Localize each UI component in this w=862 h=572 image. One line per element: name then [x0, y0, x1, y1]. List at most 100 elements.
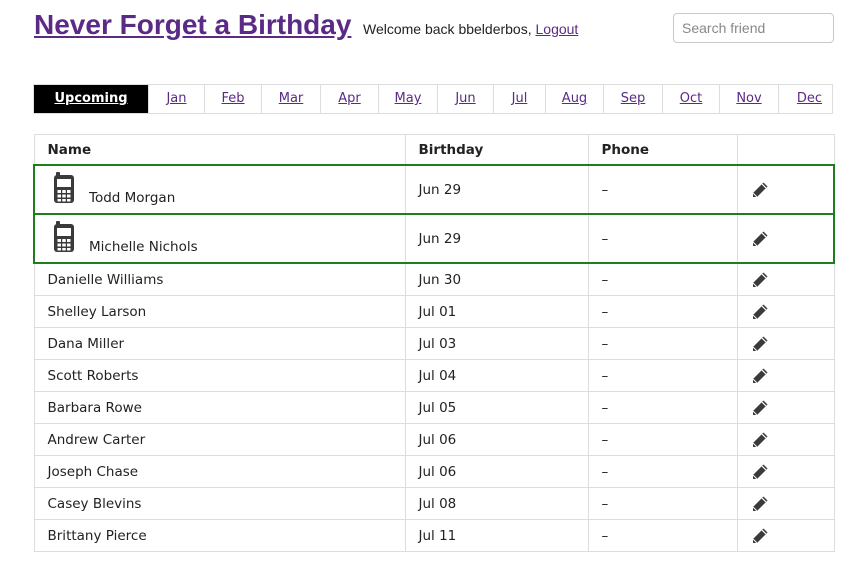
pencil-icon[interactable]: [751, 181, 769, 199]
phone-cell: –: [587, 295, 738, 328]
birthday-cell: Jul 11: [404, 519, 589, 552]
site-title-link[interactable]: Never Forget a Birthday: [34, 9, 351, 41]
table-row: Michelle Nichols Jun 29–: [33, 213, 835, 264]
birthday-cell: Jul 01: [404, 295, 589, 328]
actions-cell: [736, 164, 835, 215]
birthday-cell: Jul 06: [404, 423, 589, 456]
phone-cell: –: [587, 213, 738, 264]
actions-cell: [736, 455, 835, 488]
column-header-actions: [736, 134, 835, 166]
actions-cell: [736, 213, 835, 264]
table-row: Danielle Williams Jun 30–: [33, 262, 835, 296]
column-header-birthday: Birthday: [404, 134, 589, 166]
tab-jul[interactable]: Jul: [494, 85, 546, 113]
actions-cell: [736, 487, 835, 520]
friend-name-cell: Barbara Rowe: [33, 391, 406, 424]
mobile-phone-icon: [53, 221, 75, 253]
friend-name: Danielle Williams: [47, 271, 164, 288]
actions-cell: [736, 262, 835, 296]
birthday-cell: Jul 05: [404, 391, 589, 424]
friend-name: Casey Blevins: [47, 495, 142, 512]
logout-link[interactable]: Logout: [536, 21, 579, 37]
friend-name: Michelle Nichols: [89, 239, 198, 255]
column-header-phone: Phone: [587, 134, 738, 166]
birthday-cell: Jul 04: [404, 359, 589, 392]
phone-cell: –: [587, 359, 738, 392]
friend-name: Andrew Carter: [47, 431, 146, 448]
phone-cell: –: [587, 487, 738, 520]
phone-cell: –: [587, 455, 738, 488]
tab-feb[interactable]: Feb: [205, 85, 262, 113]
friend-name-cell: Michelle Nichols: [33, 213, 406, 264]
phone-cell: –: [587, 391, 738, 424]
table-row: Scott Roberts Jul 04–: [33, 359, 835, 392]
friend-name: Dana Miller: [47, 335, 125, 352]
tab-jun[interactable]: Jun: [438, 85, 494, 113]
table-row: Brittany Pierce Jul 11–: [33, 519, 835, 552]
birthdays-table: Name Birthday Phone Todd Morgan Jun 29– Mi…: [33, 134, 835, 552]
phone-cell: –: [587, 164, 738, 215]
friend-name-cell: Shelley Larson: [33, 295, 406, 328]
column-header-name: Name: [33, 134, 406, 166]
tab-jan[interactable]: Jan: [149, 85, 205, 113]
table-row: Joseph Chase Jul 06–: [33, 455, 835, 488]
friend-name: Barbara Rowe: [47, 399, 142, 416]
pencil-icon[interactable]: [751, 463, 769, 481]
tab-apr[interactable]: Apr: [321, 85, 379, 113]
birthday-cell: Jul 08: [404, 487, 589, 520]
welcome-text: Welcome back bbelderbos,: [363, 21, 536, 37]
friend-name-cell: Todd Morgan: [33, 164, 406, 215]
birthday-cell: Jun 29: [404, 213, 589, 264]
table-row: Barbara Rowe Jul 05–: [33, 391, 835, 424]
pencil-icon[interactable]: [751, 399, 769, 417]
tab-nov[interactable]: Nov: [720, 85, 779, 113]
table-row: Shelley Larson Jul 01–: [33, 295, 835, 328]
table-row: Andrew Carter Jul 06–: [33, 423, 835, 456]
phone-cell: –: [587, 262, 738, 296]
friend-name-cell: Andrew Carter: [33, 423, 406, 456]
tab-aug[interactable]: Aug: [546, 85, 604, 113]
birthday-cell: Jun 29: [404, 164, 589, 215]
pencil-icon[interactable]: [751, 527, 769, 545]
friend-name-cell: Brittany Pierce: [33, 519, 406, 552]
month-tabs: Upcoming Jan Feb Mar Apr May Jun Jul Aug…: [33, 84, 833, 114]
pencil-icon[interactable]: [751, 271, 769, 289]
birthday-cell: Jul 03: [404, 327, 589, 360]
friend-name-cell: Casey Blevins: [33, 487, 406, 520]
phone-cell: –: [587, 327, 738, 360]
friend-name: Shelley Larson: [47, 303, 147, 320]
birthday-cell: Jun 30: [404, 262, 589, 296]
tab-upcoming[interactable]: Upcoming: [34, 85, 149, 113]
welcome-message: Welcome back bbelderbos, Logout: [363, 21, 578, 37]
search-friend-input[interactable]: [673, 13, 834, 43]
actions-cell: [736, 423, 835, 456]
friend-name: Scott Roberts: [47, 367, 139, 384]
actions-cell: [736, 359, 835, 392]
actions-cell: [736, 519, 835, 552]
friend-name-cell: Scott Roberts: [33, 359, 406, 392]
phone-cell: –: [587, 423, 738, 456]
tab-may[interactable]: May: [379, 85, 438, 113]
pencil-icon[interactable]: [751, 367, 769, 385]
tab-mar[interactable]: Mar: [262, 85, 321, 113]
pencil-icon[interactable]: [751, 303, 769, 321]
pencil-icon[interactable]: [751, 335, 769, 353]
tab-dec[interactable]: Dec: [779, 85, 840, 113]
birthday-cell: Jul 06: [404, 455, 589, 488]
mobile-phone-icon: [53, 172, 75, 204]
friend-name: Todd Morgan: [89, 190, 176, 206]
pencil-icon[interactable]: [751, 230, 769, 248]
friend-name-cell: Danielle Williams: [33, 262, 406, 296]
actions-cell: [736, 391, 835, 424]
pencil-icon[interactable]: [751, 431, 769, 449]
tab-oct[interactable]: Oct: [663, 85, 720, 113]
pencil-icon[interactable]: [751, 495, 769, 513]
phone-cell: –: [587, 519, 738, 552]
friend-name: Brittany Pierce: [47, 527, 147, 544]
friend-name-cell: Joseph Chase: [33, 455, 406, 488]
tab-sep[interactable]: Sep: [604, 85, 663, 113]
friend-name-cell: Dana Miller: [33, 327, 406, 360]
table-header-row: Name Birthday Phone: [33, 134, 835, 166]
actions-cell: [736, 295, 835, 328]
friend-name: Joseph Chase: [47, 463, 139, 480]
